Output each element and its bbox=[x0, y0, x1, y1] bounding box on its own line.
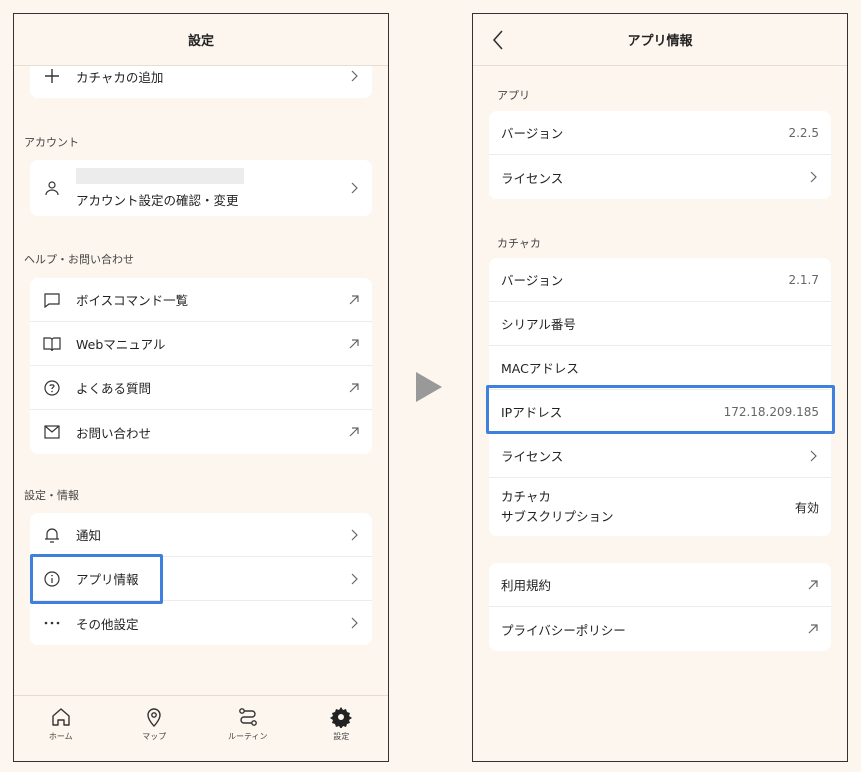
legal-card: 利用規約 プライバシーポリシー bbox=[489, 563, 831, 651]
help-card: ボイスコマンド一覧 Webマニュアル よくある質問 お問い合わせ bbox=[30, 278, 372, 454]
plus-icon bbox=[42, 66, 62, 86]
external-link-icon bbox=[349, 294, 359, 304]
map-pin-icon bbox=[147, 708, 161, 727]
kachaka-license-row[interactable]: ライセンス bbox=[489, 434, 831, 478]
tab-routine[interactable]: ルーティン bbox=[213, 706, 283, 761]
info-icon bbox=[42, 569, 62, 589]
app-info-item[interactable]: アプリ情報 bbox=[30, 557, 372, 601]
page-title: 設定 bbox=[187, 34, 214, 49]
mac-row: MACアドレス bbox=[489, 346, 831, 390]
question-icon bbox=[42, 378, 62, 398]
gear-icon bbox=[330, 707, 353, 728]
help-section-title: ヘルプ・お問い合わせ bbox=[24, 253, 134, 266]
tab-settings[interactable]: 設定 bbox=[306, 706, 376, 761]
tab-settings-label: 設定 bbox=[333, 732, 350, 741]
chevron-right-icon bbox=[351, 182, 358, 194]
privacy-row[interactable]: プライバシーポリシー bbox=[489, 607, 831, 651]
app-section-title: アプリ bbox=[497, 89, 530, 102]
external-link-icon bbox=[808, 579, 818, 589]
chevron-right-icon bbox=[810, 171, 817, 183]
ip-label: IPアドレス bbox=[501, 405, 563, 420]
routine-icon bbox=[238, 708, 257, 726]
contact-item[interactable]: お問い合わせ bbox=[30, 410, 372, 454]
external-link-icon bbox=[349, 427, 359, 437]
app-license-row[interactable]: ライセンス bbox=[489, 155, 831, 199]
settings-screen: 設定 カチャカの追加 アカウント アカウント設定の確認・変更 ヘルプ・お問い合わ… bbox=[13, 13, 389, 762]
other-settings-label: その他設定 bbox=[76, 616, 139, 632]
tab-home-label: ホーム bbox=[48, 732, 73, 741]
app-license-label: ライセンス bbox=[501, 170, 564, 186]
serial-row: シリアル番号 bbox=[489, 302, 831, 346]
contact-label: お問い合わせ bbox=[76, 425, 152, 441]
app-version-value: 2.2.5 bbox=[788, 125, 819, 140]
external-link-icon bbox=[808, 624, 818, 634]
kachaka-version-value: 2.1.7 bbox=[788, 272, 819, 287]
subscription-row: カチャカ サブスクリプション 有効 bbox=[489, 478, 831, 536]
book-icon bbox=[42, 334, 62, 354]
bell-icon bbox=[42, 525, 62, 545]
home-icon bbox=[52, 708, 70, 726]
chevron-right-icon bbox=[351, 617, 358, 629]
back-chevron-icon[interactable] bbox=[487, 26, 511, 54]
ip-value: 172.18.209.185 bbox=[723, 404, 819, 419]
kachaka-license-label: ライセンス bbox=[501, 449, 564, 464]
settings-header: 設定 bbox=[14, 14, 388, 66]
app-info-label: アプリ情報 bbox=[76, 572, 139, 587]
page-title: アプリ情報 bbox=[627, 34, 693, 49]
app-version-row: バージョン 2.2.5 bbox=[489, 111, 831, 155]
dots-icon bbox=[42, 613, 62, 633]
account-name-placeholder bbox=[76, 167, 244, 184]
tab-routine-label: ルーティン bbox=[227, 732, 268, 741]
app-version-label: バージョン bbox=[501, 126, 564, 141]
notification-item[interactable]: 通知 bbox=[30, 513, 372, 557]
kachaka-section-title: カチャカ bbox=[497, 237, 541, 250]
chevron-right-icon bbox=[351, 70, 358, 82]
subscription-value: 有効 bbox=[794, 500, 819, 515]
app-card: バージョン 2.2.5 ライセンス bbox=[489, 111, 831, 199]
terms-label: 利用規約 bbox=[501, 578, 552, 593]
chat-icon bbox=[42, 290, 62, 310]
tab-home[interactable]: ホーム bbox=[26, 706, 96, 761]
chevron-right-icon bbox=[351, 529, 358, 540]
tab-map-label: マップ bbox=[142, 732, 167, 741]
user-icon bbox=[42, 178, 62, 198]
app-info-screen: アプリ情報 アプリ バージョン 2.2.5 ライセンス カチャカ バージョン 2… bbox=[472, 13, 848, 762]
arrow-right-icon bbox=[416, 372, 442, 402]
terms-row[interactable]: 利用規約 bbox=[489, 563, 831, 607]
faq-item[interactable]: よくある質問 bbox=[30, 366, 372, 410]
account-section-title: アカウント bbox=[24, 136, 79, 149]
privacy-label: プライバシーポリシー bbox=[501, 622, 626, 638]
subscription-label-line1: カチャカ bbox=[501, 489, 551, 504]
settings-info-section-title: 設定・情報 bbox=[24, 489, 79, 502]
faq-label: よくある質問 bbox=[76, 381, 152, 396]
account-settings-item[interactable]: アカウント設定の確認・変更 bbox=[30, 160, 372, 216]
account-card: アカウント設定の確認・変更 bbox=[30, 160, 372, 216]
voice-command-label: ボイスコマンド一覧 bbox=[76, 293, 189, 308]
external-link-icon bbox=[349, 382, 359, 392]
settings-info-card: 通知 アプリ情報 その他設定 bbox=[30, 513, 372, 645]
other-settings-item[interactable]: その他設定 bbox=[30, 601, 372, 645]
notification-label: 通知 bbox=[76, 528, 102, 543]
tab-bar: ホーム マップ ルーティン 設定 bbox=[14, 695, 388, 761]
tab-map[interactable]: マップ bbox=[119, 706, 189, 761]
kachaka-version-row: バージョン 2.1.7 bbox=[489, 258, 831, 302]
external-link-icon bbox=[349, 338, 359, 348]
add-kachaka-label: カチャカの追加 bbox=[76, 69, 164, 85]
kachaka-version-label: バージョン bbox=[501, 273, 564, 288]
web-manual-label: Webマニュアル bbox=[76, 337, 166, 352]
mac-label: MACアドレス bbox=[501, 361, 579, 376]
serial-label: シリアル番号 bbox=[501, 317, 576, 332]
subscription-label-line2: サブスクリプション bbox=[501, 509, 614, 524]
ip-row: IPアドレス 172.18.209.185 bbox=[489, 390, 831, 434]
app-info-header: アプリ情報 bbox=[473, 14, 847, 66]
kachaka-card: バージョン 2.1.7 シリアル番号 MACアドレス IPアドレス 172.18… bbox=[489, 258, 831, 536]
chevron-right-icon bbox=[351, 573, 358, 584]
chevron-right-icon bbox=[810, 450, 817, 461]
mail-icon bbox=[42, 422, 62, 442]
web-manual-item[interactable]: Webマニュアル bbox=[30, 322, 372, 366]
voice-command-item[interactable]: ボイスコマンド一覧 bbox=[30, 278, 372, 322]
account-settings-label: アカウント設定の確認・変更 bbox=[76, 192, 239, 208]
